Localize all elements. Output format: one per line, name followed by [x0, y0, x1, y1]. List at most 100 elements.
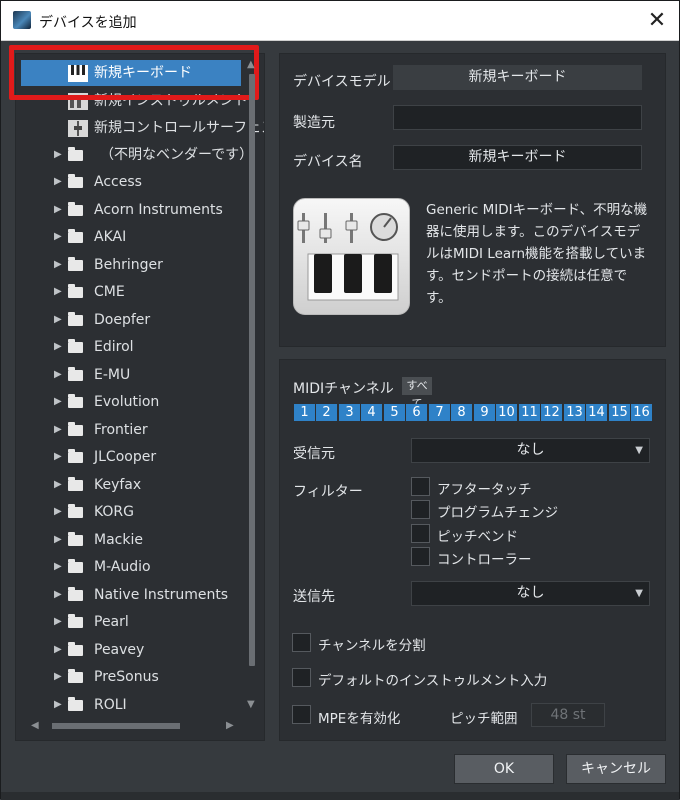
folder-icon — [68, 422, 83, 436]
folder-icon — [68, 669, 83, 683]
split-channels-label: チャンネルを分割 — [318, 638, 426, 654]
cancel-button[interactable]: キャンセル — [566, 754, 666, 784]
device-name-field[interactable]: 新規キーボード — [393, 145, 642, 170]
expand-arrow-icon[interactable]: ▶ — [54, 307, 62, 333]
default-instrument-input-checkbox[interactable] — [292, 668, 311, 687]
expand-arrow-icon[interactable]: ▶ — [54, 472, 62, 498]
tree-folder-m-audio[interactable]: ▶ M-Audio — [16, 554, 252, 580]
expand-arrow-icon[interactable]: ▶ — [54, 499, 62, 525]
expand-arrow-icon[interactable]: ▶ — [54, 389, 62, 415]
tree-item-new-instrument[interactable]: 新規インストゥルメント — [16, 88, 252, 114]
channel-button-16[interactable]: 16 — [631, 404, 652, 421]
expand-arrow-icon[interactable]: ▶ — [54, 362, 62, 388]
mpe-enable-checkbox[interactable] — [292, 705, 311, 724]
tree-folder-presonus[interactable]: ▶ PreSonus — [16, 664, 252, 690]
expand-arrow-icon[interactable]: ▶ — [54, 664, 62, 690]
expand-arrow-icon[interactable]: ▶ — [54, 169, 62, 195]
split-channels-checkbox[interactable] — [292, 633, 311, 652]
expand-arrow-icon[interactable]: ▶ — [54, 334, 62, 360]
tree-folder-behringer[interactable]: ▶ Behringer — [16, 252, 252, 278]
tree-folder-roli[interactable]: ▶ ROLI — [16, 692, 252, 718]
filter-aftertouch-label: アフタータッチ — [437, 482, 532, 498]
tree-folder-access[interactable]: ▶ Access — [16, 169, 252, 195]
tree-item-label: Behringer — [94, 257, 163, 273]
tree-folder-doepfer[interactable]: ▶ Doepfer — [16, 307, 252, 333]
scroll-right-icon[interactable]: ▶ — [226, 720, 234, 731]
tree-item-label: Pearl — [94, 614, 129, 630]
tree-folder-e-mu[interactable]: ▶ E-MU — [16, 362, 252, 388]
expand-arrow-icon[interactable]: ▶ — [54, 582, 62, 608]
tree-folder-pearl[interactable]: ▶ Pearl — [16, 609, 252, 635]
tree-item-label: JLCooper — [94, 449, 157, 465]
tree-item-label: Evolution — [94, 394, 160, 410]
tree-item-new-keyboard[interactable]: 新規キーボード — [21, 60, 241, 86]
close-button[interactable]: ✕ — [641, 7, 673, 35]
tree-folder-native-instruments[interactable]: ▶ Native Instruments — [16, 582, 252, 608]
receive-from-select[interactable]: なし ▼ — [411, 438, 650, 463]
channel-button-11[interactable]: 11 — [519, 404, 540, 421]
expand-arrow-icon[interactable]: ▶ — [54, 252, 62, 278]
channel-button-13[interactable]: 13 — [564, 404, 585, 421]
pitch-range-input[interactable]: 48 st — [531, 703, 605, 727]
tree-folder-keyfax[interactable]: ▶ Keyfax — [16, 472, 252, 498]
expand-arrow-icon[interactable]: ▶ — [54, 142, 62, 168]
device-model-field[interactable]: 新規キーボード — [393, 65, 642, 90]
expand-arrow-icon[interactable]: ▶ — [54, 417, 62, 443]
channel-button-7[interactable]: 7 — [429, 404, 450, 421]
horizontal-scrollbar[interactable] — [52, 723, 180, 729]
channel-button-5[interactable]: 5 — [384, 404, 405, 421]
tree-folder-cme[interactable]: ▶ CME — [16, 279, 252, 305]
filter-pitch-bend-label: ピッチベンド — [437, 529, 518, 545]
tree-folder-mackie[interactable]: ▶ Mackie — [16, 527, 252, 553]
tree-folder-acorn-instruments[interactable]: ▶ Acorn Instruments — [16, 197, 252, 223]
keyboard-icon — [68, 65, 88, 82]
scroll-down-icon[interactable]: ▼ — [247, 699, 255, 710]
channel-button-9[interactable]: 9 — [474, 404, 495, 421]
channel-button-15[interactable]: 15 — [609, 404, 630, 421]
tree-item-label: 新規コントロールサーフェス — [94, 120, 265, 136]
expand-arrow-icon[interactable]: ▶ — [54, 609, 62, 635]
send-to-select[interactable]: なし ▼ — [411, 581, 650, 606]
tree-item-label: Acorn Instruments — [94, 202, 223, 218]
channel-button-8[interactable]: 8 — [451, 404, 472, 421]
channel-button-14[interactable]: 14 — [586, 404, 607, 421]
channel-button-12[interactable]: 12 — [541, 404, 562, 421]
expand-arrow-icon[interactable]: ▶ — [54, 444, 62, 470]
expand-arrow-icon[interactable]: ▶ — [54, 224, 62, 250]
manufacturer-field[interactable] — [393, 105, 642, 130]
tree-folder-korg[interactable]: ▶ KORG — [16, 499, 252, 525]
tree-item-label: M-Audio — [94, 559, 151, 575]
tree-folder-peavey[interactable]: ▶ Peavey — [16, 637, 252, 663]
all-channels-button[interactable]: すべて — [402, 377, 432, 410]
filter-aftertouch-checkbox[interactable] — [411, 477, 430, 496]
expand-arrow-icon[interactable]: ▶ — [54, 637, 62, 663]
channel-button-6[interactable]: 6 — [406, 404, 427, 421]
tree-item-new-control-surface[interactable]: 新規コントロールサーフェス — [16, 115, 264, 141]
expand-arrow-icon[interactable]: ▶ — [54, 279, 62, 305]
tree-item-label: 新規インストゥルメント — [94, 93, 248, 109]
tree-folder-edirol[interactable]: ▶ Edirol — [16, 334, 252, 360]
vertical-scrollbar[interactable] — [249, 74, 255, 666]
expand-arrow-icon[interactable]: ▶ — [54, 197, 62, 223]
expand-arrow-icon[interactable]: ▶ — [54, 692, 62, 718]
channel-button-1[interactable]: 1 — [294, 404, 315, 421]
expand-arrow-icon[interactable]: ▶ — [54, 527, 62, 553]
tree-folder-evolution[interactable]: ▶ Evolution — [16, 389, 252, 415]
scroll-left-icon[interactable]: ◀ — [31, 720, 39, 731]
filter-controller-checkbox[interactable] — [411, 547, 430, 566]
midi-keyboard-icon — [293, 198, 410, 315]
tree-folder-frontier[interactable]: ▶ Frontier — [16, 417, 252, 443]
channel-button-10[interactable]: 10 — [496, 404, 517, 421]
channel-button-2[interactable]: 2 — [316, 404, 337, 421]
ok-button[interactable]: OK — [454, 754, 554, 784]
channel-button-3[interactable]: 3 — [339, 404, 360, 421]
tree-folder-akai[interactable]: ▶ AKAI — [16, 224, 252, 250]
scroll-up-icon[interactable]: ▲ — [247, 59, 255, 70]
tree-folder-jlcooper[interactable]: ▶ JLCooper — [16, 444, 252, 470]
expand-arrow-icon[interactable]: ▶ — [54, 554, 62, 580]
tree-folder-unknown-vendor[interactable]: ▶ （不明なベンダーです） — [16, 142, 253, 168]
channel-button-4[interactable]: 4 — [361, 404, 382, 421]
folder-icon — [68, 614, 83, 628]
filter-pitch-bend-checkbox[interactable] — [411, 524, 430, 543]
filter-program-change-checkbox[interactable] — [411, 500, 430, 519]
